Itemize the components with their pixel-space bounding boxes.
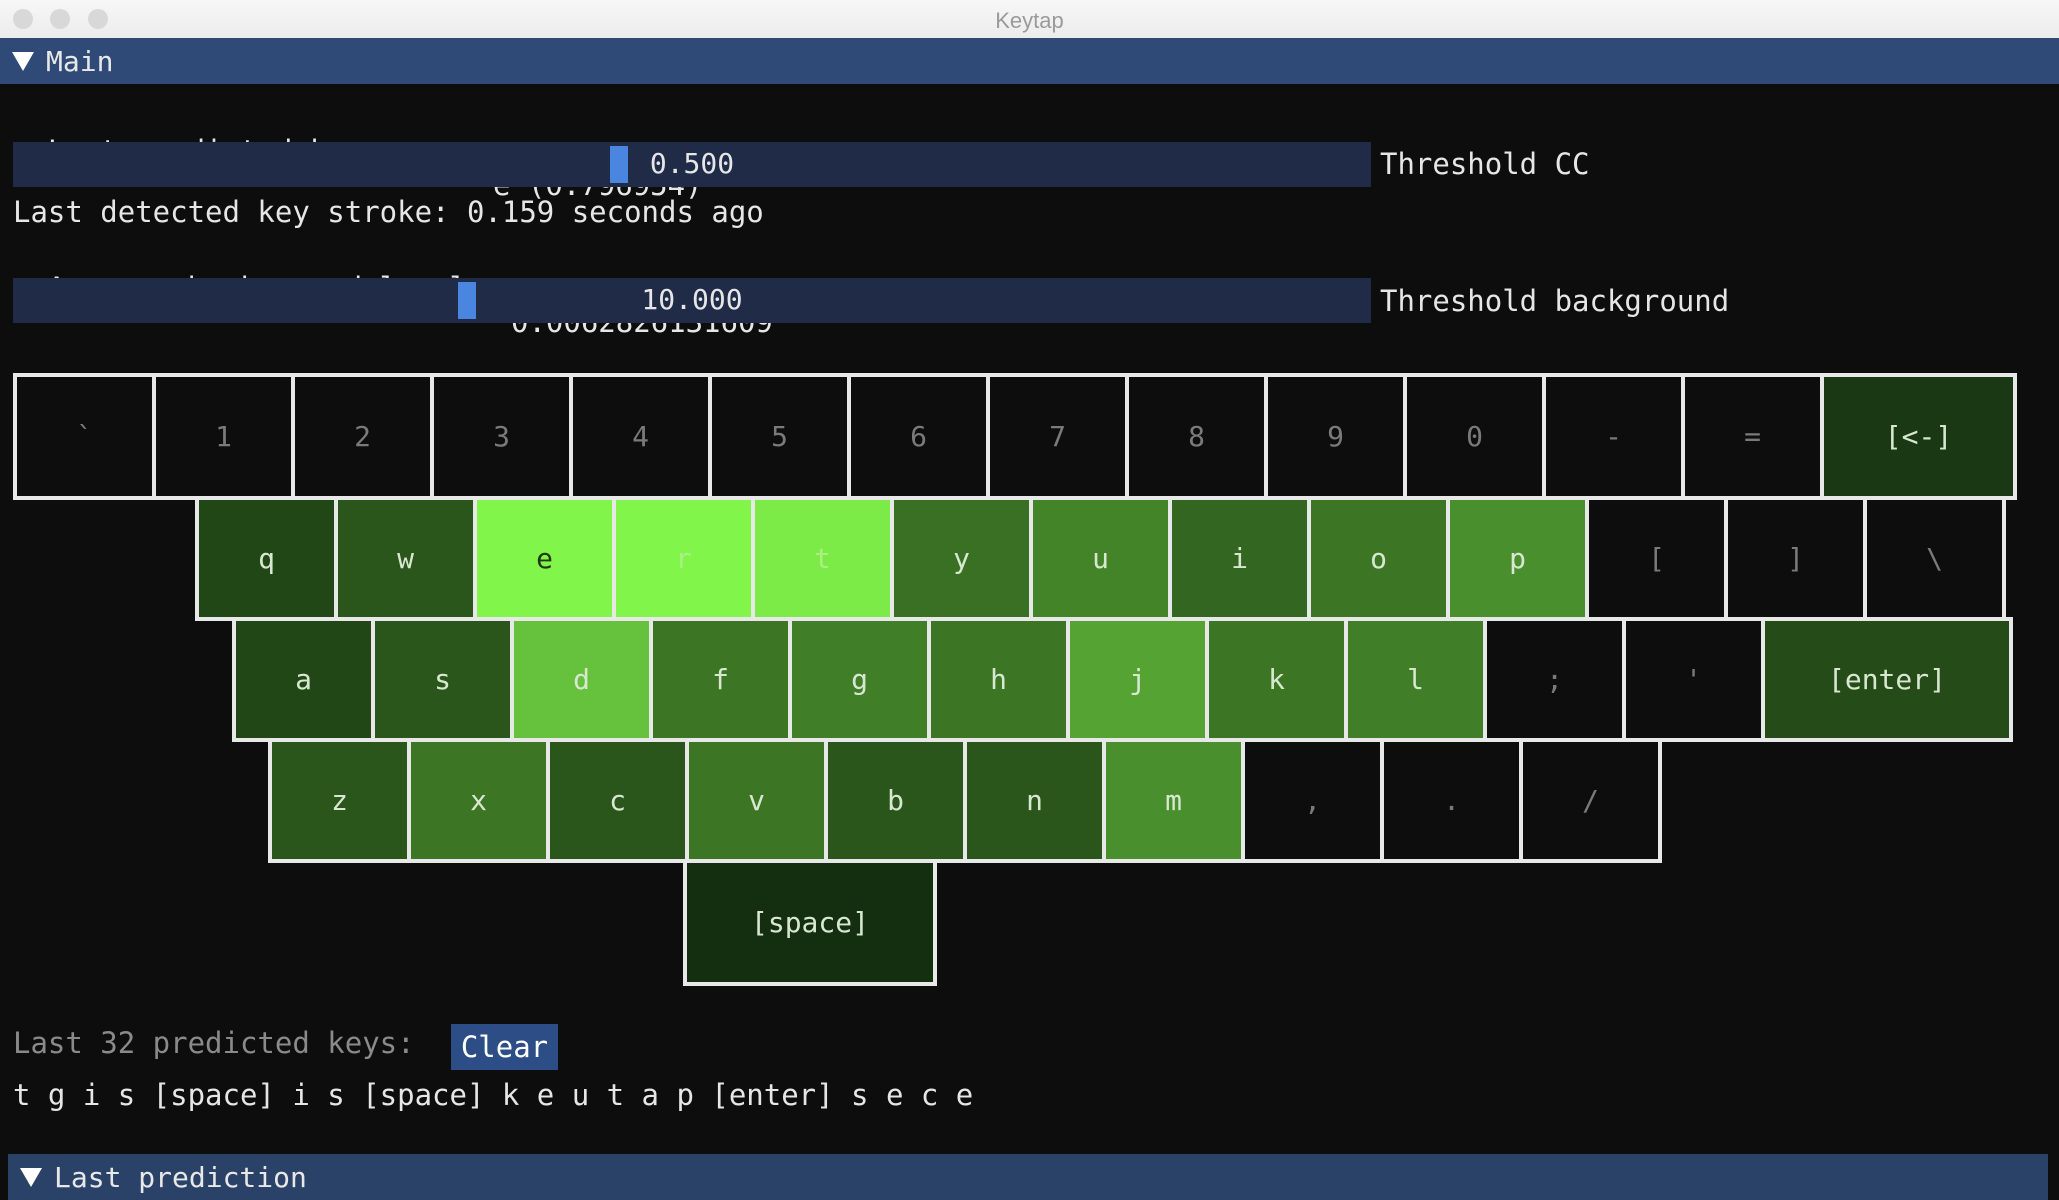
key-r[interactable]: r bbox=[612, 496, 755, 621]
key-symbol[interactable]: \ bbox=[1863, 496, 2006, 621]
window-title: Keytap bbox=[995, 8, 1064, 33]
key-3[interactable]: 3 bbox=[430, 373, 573, 500]
key-6[interactable]: 6 bbox=[847, 373, 990, 500]
key-4[interactable]: 4 bbox=[569, 373, 712, 500]
key-o[interactable]: o bbox=[1307, 496, 1450, 621]
key-z[interactable]: z bbox=[268, 738, 411, 863]
key-b[interactable]: b bbox=[824, 738, 967, 863]
last-prediction-panel-header[interactable]: Last prediction bbox=[8, 1154, 2048, 1200]
key-m[interactable]: m bbox=[1102, 738, 1245, 863]
key-c[interactable]: c bbox=[546, 738, 689, 863]
main-panel-title: Main bbox=[46, 44, 114, 78]
clear-button[interactable]: Clear bbox=[451, 1024, 558, 1070]
key-l[interactable]: l bbox=[1344, 617, 1487, 742]
threshold-cc-value: 0.500 bbox=[649, 147, 735, 180]
key-u[interactable]: u bbox=[1029, 496, 1172, 621]
key-8[interactable]: 8 bbox=[1125, 373, 1268, 500]
key-symbol[interactable]: [<-] bbox=[1820, 373, 2017, 500]
key-d[interactable]: d bbox=[510, 617, 653, 742]
key-j[interactable]: j bbox=[1066, 617, 1209, 742]
key-q[interactable]: q bbox=[195, 496, 338, 621]
key-9[interactable]: 9 bbox=[1264, 373, 1407, 500]
key-1[interactable]: 1 bbox=[152, 373, 295, 500]
key-symbol[interactable]: - bbox=[1542, 373, 1685, 500]
threshold-background-slider[interactable]: 10.000 bbox=[13, 278, 1371, 323]
history-label: Last 32 predicted keys: bbox=[13, 1026, 415, 1060]
key-7[interactable]: 7 bbox=[986, 373, 1129, 500]
main-panel-header[interactable]: Main bbox=[0, 38, 2059, 84]
key-symbol[interactable]: [ bbox=[1585, 496, 1728, 621]
key-h[interactable]: h bbox=[927, 617, 1070, 742]
key-symbol[interactable]: = bbox=[1681, 373, 1824, 500]
key-g[interactable]: g bbox=[788, 617, 931, 742]
key-symbol[interactable]: , bbox=[1241, 738, 1384, 863]
threshold-cc-label: Threshold CC bbox=[1380, 147, 1590, 181]
key-5[interactable]: 5 bbox=[708, 373, 851, 500]
threshold-background-value: 10.000 bbox=[641, 283, 743, 316]
history-keys: t g i s [space] i s [space] k e u t a p … bbox=[13, 1078, 974, 1112]
key-k[interactable]: k bbox=[1205, 617, 1348, 742]
key-symbol[interactable]: ' bbox=[1622, 617, 1765, 742]
key-space[interactable]: [space] bbox=[683, 859, 937, 986]
collapse-triangle-icon[interactable] bbox=[12, 51, 34, 71]
key-t[interactable]: t bbox=[751, 496, 894, 621]
key-symbol[interactable]: . bbox=[1380, 738, 1523, 863]
key-symbol[interactable]: ` bbox=[13, 373, 156, 500]
last-stroke-text: Last detected key stroke: 0.159 seconds … bbox=[13, 195, 764, 229]
key-0[interactable]: 0 bbox=[1403, 373, 1546, 500]
key-p[interactable]: p bbox=[1446, 496, 1589, 621]
key-symbol[interactable]: ] bbox=[1724, 496, 1867, 621]
key-n[interactable]: n bbox=[963, 738, 1106, 863]
collapse-triangle-icon[interactable] bbox=[20, 1167, 42, 1187]
key-s[interactable]: s bbox=[371, 617, 514, 742]
key-y[interactable]: y bbox=[890, 496, 1033, 621]
last-prediction-panel-title: Last prediction bbox=[54, 1160, 307, 1194]
key-symbol[interactable]: ; bbox=[1483, 617, 1626, 742]
threshold-cc-slider[interactable]: 0.500 bbox=[13, 142, 1371, 187]
key-e[interactable]: e bbox=[473, 496, 616, 621]
threshold-background-label: Threshold background bbox=[1380, 284, 1730, 318]
key-i[interactable]: i bbox=[1168, 496, 1311, 621]
key-a[interactable]: a bbox=[232, 617, 375, 742]
key-2[interactable]: 2 bbox=[291, 373, 434, 500]
key-v[interactable]: v bbox=[685, 738, 828, 863]
key-enter[interactable]: [enter] bbox=[1761, 617, 2013, 742]
key-x[interactable]: x bbox=[407, 738, 550, 863]
key-symbol[interactable]: / bbox=[1519, 738, 1662, 863]
key-f[interactable]: f bbox=[649, 617, 792, 742]
key-w[interactable]: w bbox=[334, 496, 477, 621]
window-titlebar: Keytap bbox=[0, 0, 2059, 39]
